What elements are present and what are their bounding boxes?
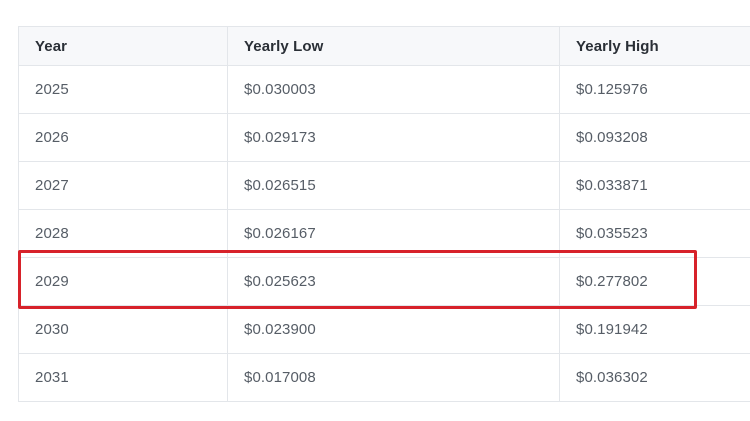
yearly-low-cell: $0.026167 bbox=[227, 209, 560, 258]
year-cell: 2025 bbox=[18, 65, 228, 114]
column-header-yearly-low: Yearly Low bbox=[227, 26, 560, 66]
table-row-highlighted: 2029 $0.025623 $0.277802 bbox=[18, 257, 750, 306]
table-row: 2028 $0.026167 $0.035523 bbox=[18, 209, 750, 258]
yearly-low-cell: $0.026515 bbox=[227, 161, 560, 210]
year-cell: 2029 bbox=[18, 257, 228, 306]
table-row: 2026 $0.029173 $0.093208 bbox=[18, 113, 750, 162]
column-header-yearly-high: Yearly High bbox=[559, 26, 750, 66]
table-row: 2027 $0.026515 $0.033871 bbox=[18, 161, 750, 210]
table-row: 2030 $0.023900 $0.191942 bbox=[18, 305, 750, 354]
yearly-high-cell: $0.036302 bbox=[559, 353, 750, 402]
year-cell: 2026 bbox=[18, 113, 228, 162]
column-header-year: Year bbox=[18, 26, 228, 66]
yearly-high-cell: $0.191942 bbox=[559, 305, 750, 354]
yearly-high-cell: $0.093208 bbox=[559, 113, 750, 162]
year-cell: 2027 bbox=[18, 161, 228, 210]
table-row: 2031 $0.017008 $0.036302 bbox=[18, 353, 750, 402]
table-header-row: Year Yearly Low Yearly High bbox=[18, 26, 750, 66]
yearly-high-cell: $0.033871 bbox=[559, 161, 750, 210]
yearly-low-cell: $0.017008 bbox=[227, 353, 560, 402]
year-cell: 2030 bbox=[18, 305, 228, 354]
yearly-low-cell: $0.025623 bbox=[227, 257, 560, 306]
yearly-high-cell: $0.125976 bbox=[559, 65, 750, 114]
yearly-high-cell: $0.277802 bbox=[559, 257, 750, 306]
table-row: 2025 $0.030003 $0.125976 bbox=[18, 65, 750, 114]
year-cell: 2031 bbox=[18, 353, 228, 402]
yearly-low-cell: $0.023900 bbox=[227, 305, 560, 354]
yearly-low-cell: $0.030003 bbox=[227, 65, 560, 114]
yearly-low-cell: $0.029173 bbox=[227, 113, 560, 162]
yearly-high-cell: $0.035523 bbox=[559, 209, 750, 258]
price-prediction-table: Year Yearly Low Yearly High 2025 $0.0300… bbox=[18, 26, 750, 402]
year-cell: 2028 bbox=[18, 209, 228, 258]
